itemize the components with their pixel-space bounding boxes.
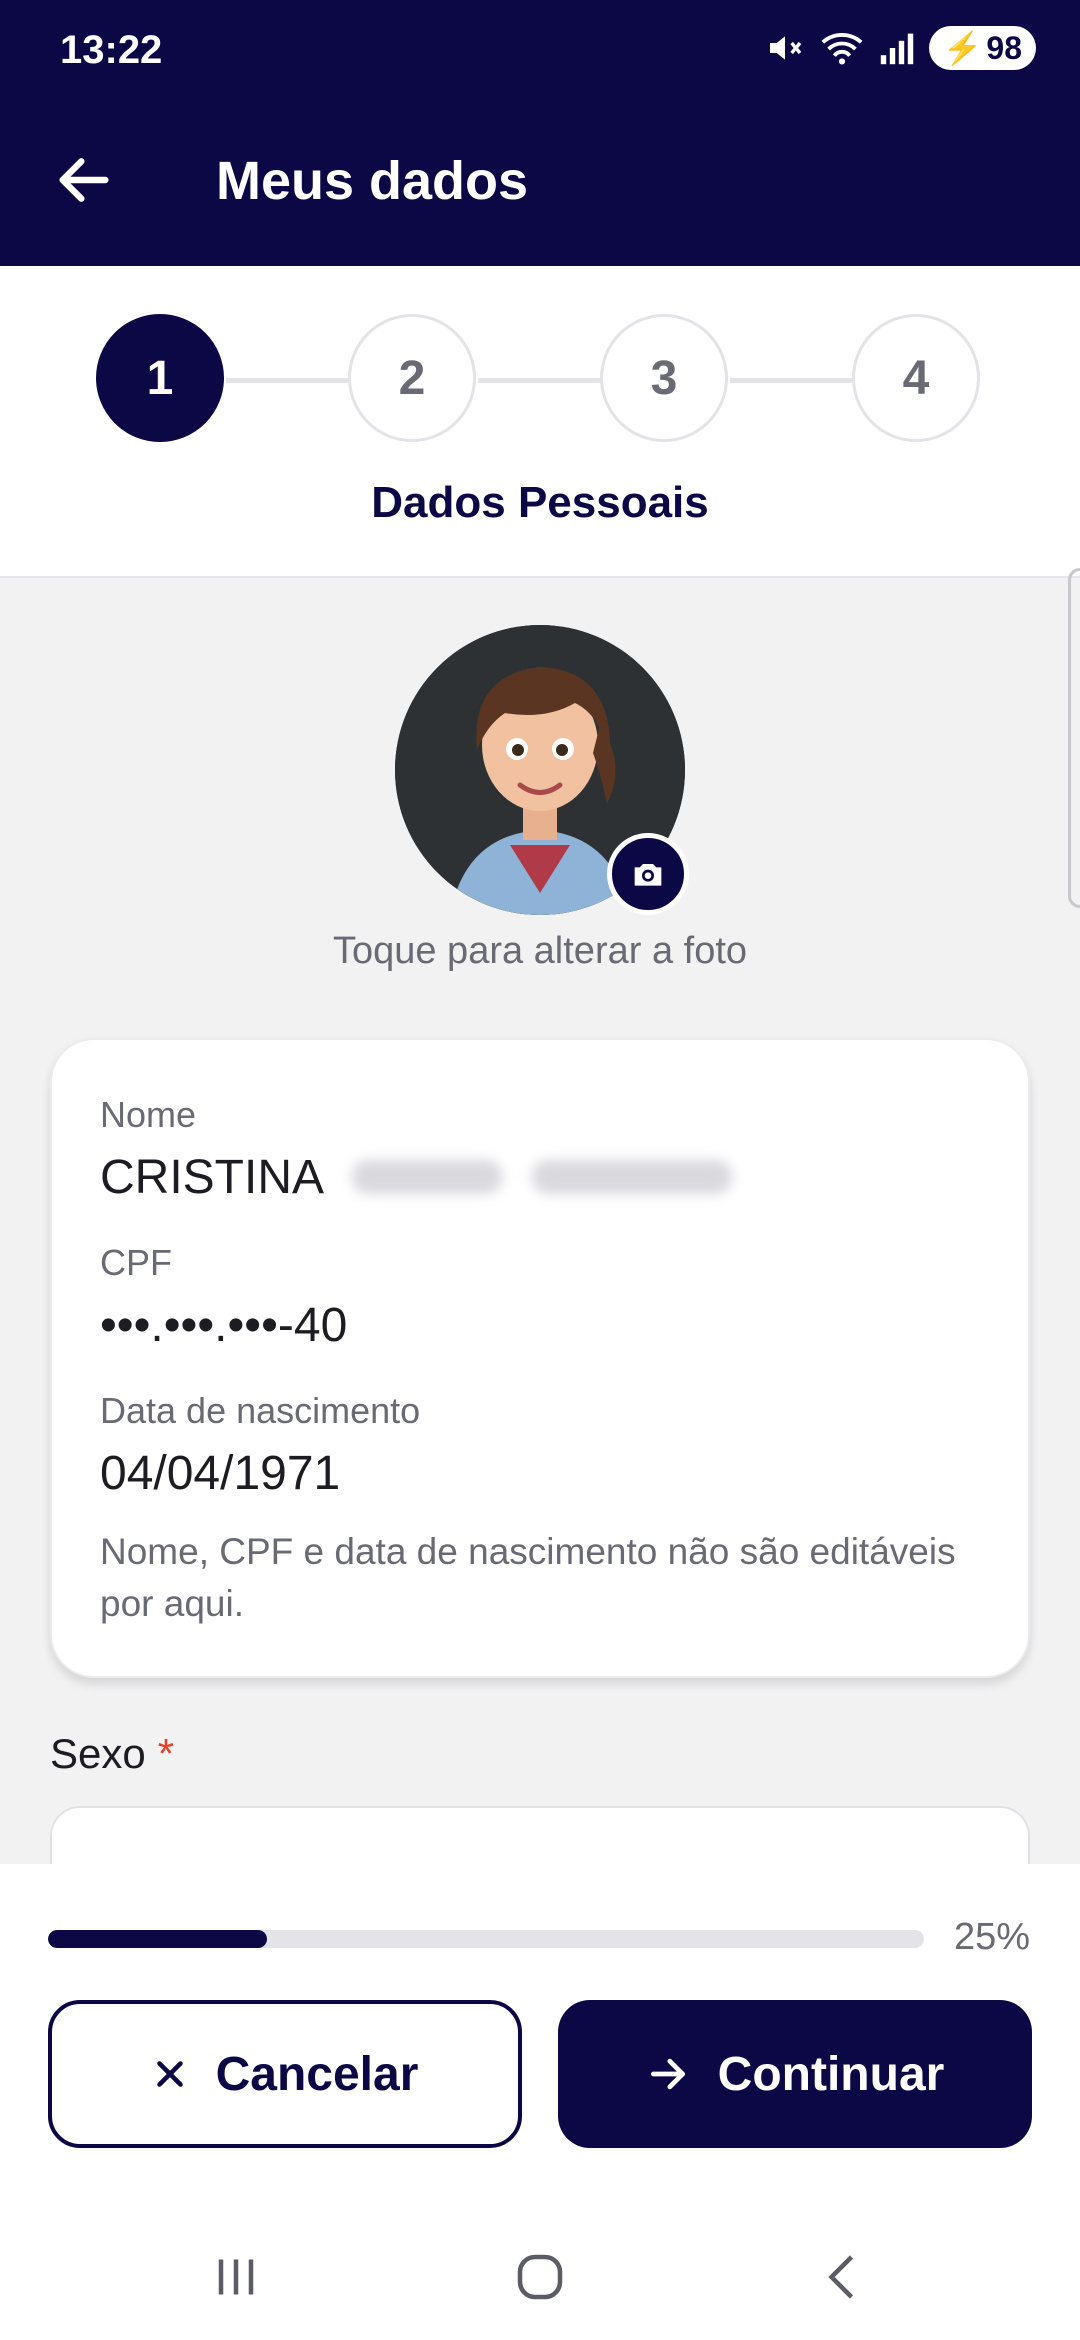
cancel-button[interactable]: Cancelar (48, 2000, 522, 2148)
redacted-text (532, 1160, 732, 1194)
cancel-label: Cancelar (215, 2047, 419, 2101)
battery-indicator: ⚡ 98 (928, 26, 1036, 70)
photo-hint[interactable]: Toque para alterar a foto (0, 930, 1080, 973)
progress-label: 25% (953, 1916, 1030, 1958)
step-3[interactable]: 3 (600, 314, 728, 442)
status-time: 13:22 (60, 28, 163, 72)
progress-bar (48, 1930, 924, 1948)
mute-icon (769, 36, 801, 60)
step-connector (226, 378, 352, 383)
name-value: CRISTINA (100, 1151, 325, 1204)
page-title: Meus dados (216, 151, 529, 211)
sexo-label: Sexo * (50, 1730, 174, 1778)
sexo-label-text: Sexo (50, 1730, 146, 1777)
charging-icon: ⚡ (942, 30, 983, 66)
step-connector (730, 378, 856, 383)
camera-icon (634, 864, 662, 886)
arrow-right-icon (650, 2058, 685, 2090)
recent-apps-icon (218, 2259, 254, 2295)
system-back-button[interactable] (794, 2222, 894, 2332)
redacted-text (352, 1160, 502, 1194)
chevron-left-icon (828, 2255, 854, 2299)
battery-level: 98 (986, 29, 1022, 66)
step-1[interactable]: 1 (96, 314, 224, 442)
home-icon (517, 2254, 563, 2300)
progress-fill (48, 1930, 267, 1948)
footer-actions: 25% Cancelar Continuar (0, 1864, 1080, 2340)
step-4[interactable]: 4 (852, 314, 980, 442)
profile-photo[interactable] (395, 625, 689, 915)
change-photo-button[interactable] (607, 833, 689, 915)
back-arrow-icon[interactable] (52, 148, 116, 212)
step-2[interactable]: 2 (348, 314, 476, 442)
recent-apps-button[interactable] (186, 2222, 286, 2332)
cpf-label: CPF (100, 1242, 172, 1283)
system-nav-bar (0, 2222, 1080, 2332)
signal-icon (880, 33, 913, 65)
app-bar: 13:22 ⚡ 98 Meus dados (0, 0, 1080, 266)
name-label: Nome (100, 1094, 197, 1135)
non-editable-note: Nome, CPF e data de nascimento não são e… (100, 1531, 956, 1624)
birth-date-label: Data de nascimento (100, 1390, 421, 1431)
birth-date-value: 04/04/1971 (100, 1447, 341, 1500)
wifi-icon (821, 33, 863, 65)
step-connector (478, 378, 604, 383)
continue-label: Continuar (717, 2047, 945, 2101)
personal-info-card: Nome CRISTINA CPF •••.•••.•••-40 Data de… (50, 1038, 1030, 1678)
stepper: 1 2 3 4 Dados Pessoais (0, 266, 1080, 578)
continue-button[interactable]: Continuar (558, 2000, 1032, 2148)
step-title: Dados Pessoais (371, 478, 709, 527)
home-button[interactable] (490, 2222, 590, 2332)
scroll-indicator (1068, 568, 1080, 908)
cpf-value: •••.•••.•••-40 (100, 1299, 348, 1352)
required-mark: * (157, 1730, 175, 1777)
close-icon (156, 2061, 183, 2087)
status-icons: ⚡ 98 (765, 26, 1036, 70)
